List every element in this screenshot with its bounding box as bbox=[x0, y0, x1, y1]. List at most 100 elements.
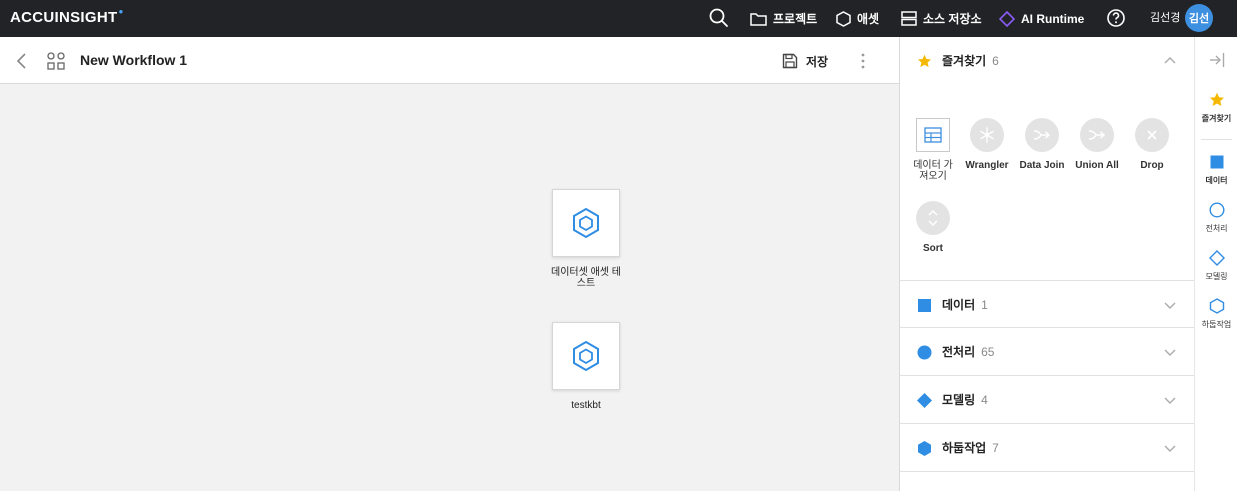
rail-label: 하둡작업 bbox=[1201, 320, 1232, 329]
tool-label: Wrangler bbox=[965, 160, 1009, 171]
section-data-count: 1 bbox=[981, 298, 988, 312]
workflow-title[interactable]: New Workflow 1 bbox=[80, 37, 187, 84]
hexagon-icon bbox=[1209, 298, 1224, 314]
chevron-down-icon[interactable] bbox=[1163, 442, 1177, 454]
rail-label: 데이터 bbox=[1205, 176, 1228, 185]
section-title: 모델링 4 bbox=[942, 376, 988, 424]
favorites-title: 즐겨찾기 bbox=[942, 54, 987, 68]
tool-label: 데이터 가져오기 bbox=[913, 160, 953, 182]
hexagon-icon bbox=[836, 10, 851, 27]
circle-icon bbox=[917, 345, 932, 360]
user-name[interactable]: 김선경 bbox=[1150, 0, 1180, 37]
section-preprocessing[interactable]: 전처리 65 bbox=[900, 328, 1194, 376]
nav-asset-label: 애셋 bbox=[857, 12, 880, 26]
search-icon[interactable] bbox=[708, 7, 730, 29]
section-title: 하둡작업 7 bbox=[942, 424, 999, 472]
chevron-down-icon[interactable] bbox=[1163, 394, 1177, 406]
section-modeling-count: 4 bbox=[981, 393, 988, 407]
rail-item-data[interactable]: 데이터 bbox=[1195, 154, 1237, 186]
merge-icon bbox=[1088, 130, 1106, 140]
tool-label: Drop bbox=[1140, 160, 1164, 171]
app-logo[interactable]: ACCUINSIGHT ● bbox=[10, 7, 124, 26]
section-title: 즐겨찾기 6 bbox=[942, 37, 999, 85]
rail-item-preprocessing[interactable]: 전처리 bbox=[1195, 202, 1237, 234]
workflow-header: New Workflow 1 저장 bbox=[0, 37, 899, 84]
section-data[interactable]: 데이터 1 bbox=[900, 280, 1194, 328]
nav-ai-runtime-label: AI Runtime bbox=[1021, 11, 1085, 26]
favorites-grid: 데이터 가져오기 Wrangler Data Join Union All Dr… bbox=[900, 85, 1194, 280]
tool-icon bbox=[970, 118, 1004, 152]
tool-data-join[interactable]: Data Join bbox=[1014, 118, 1070, 171]
nav-asset[interactable]: 애셋 bbox=[836, 0, 879, 37]
nav-project-label: 프로젝트 bbox=[773, 12, 818, 26]
chevron-down-icon[interactable] bbox=[1163, 346, 1177, 358]
node-label: 데이터셋 애셋 테스트 bbox=[551, 267, 621, 289]
node-box[interactable] bbox=[552, 322, 620, 390]
workflow-canvas[interactable]: 데이터셋 애셋 테스트 testkbt bbox=[0, 85, 899, 491]
tool-icon bbox=[1025, 118, 1059, 152]
tool-icon bbox=[1135, 118, 1169, 152]
close-icon bbox=[1147, 130, 1157, 140]
section-modeling-title: 모델링 bbox=[942, 393, 976, 407]
nav-source-repo[interactable]: 소스 저장소 bbox=[901, 0, 982, 37]
nav-ai-runtime[interactable]: AI Runtime bbox=[999, 0, 1084, 37]
nav-project[interactable]: 프로젝트 bbox=[750, 0, 817, 37]
rail-label: 즐겨찾기 bbox=[1201, 114, 1232, 123]
back-icon[interactable] bbox=[12, 51, 32, 71]
square-icon bbox=[918, 299, 931, 312]
section-title: 데이터 1 bbox=[942, 281, 988, 329]
workflow-node[interactable]: 데이터셋 애셋 테스트 bbox=[531, 189, 641, 289]
rail-item-modeling[interactable]: 모델링 bbox=[1195, 250, 1237, 282]
tool-sort[interactable]: Sort bbox=[905, 201, 961, 254]
tool-data-import[interactable]: 데이터 가져오기 bbox=[905, 118, 961, 182]
snowflake-icon bbox=[980, 127, 994, 143]
logo-text: ACCUINSIGHT bbox=[10, 9, 118, 26]
avatar-text: 김선 bbox=[1188, 13, 1210, 25]
tool-icon bbox=[916, 201, 950, 235]
storage-icon bbox=[901, 11, 917, 26]
more-icon[interactable] bbox=[856, 51, 870, 71]
tool-union-all[interactable]: Union All bbox=[1069, 118, 1125, 171]
collapse-panel-icon[interactable] bbox=[1208, 51, 1226, 69]
merge-icon bbox=[1033, 130, 1051, 140]
avatar[interactable]: 김선 bbox=[1185, 4, 1213, 32]
hexagon-icon bbox=[573, 340, 599, 372]
folder-icon bbox=[750, 12, 767, 26]
chevron-down-icon[interactable] bbox=[1163, 299, 1177, 311]
rail-item-favorites[interactable]: 즐겨찾기 bbox=[1195, 92, 1237, 124]
section-hadoop[interactable]: 하둡작업 7 bbox=[900, 424, 1194, 472]
node-box[interactable] bbox=[552, 189, 620, 257]
section-title: 전처리 65 bbox=[942, 328, 994, 376]
workflow-node[interactable]: testkbt bbox=[531, 322, 641, 411]
square-icon bbox=[1210, 155, 1223, 169]
section-preprocessing-count: 65 bbox=[981, 345, 995, 359]
save-button[interactable]: 저장 bbox=[782, 50, 828, 72]
sort-icon bbox=[928, 209, 938, 227]
chevron-up-icon[interactable] bbox=[1163, 55, 1177, 67]
diamond-icon bbox=[917, 393, 932, 408]
node-label: testkbt bbox=[571, 400, 601, 411]
side-rail: 즐겨찾기 데이터 전처리 모델링 하둡작업 bbox=[1194, 37, 1237, 491]
save-label: 저장 bbox=[806, 54, 829, 69]
section-preprocessing-title: 전처리 bbox=[942, 345, 976, 359]
rail-label: 모델링 bbox=[1205, 272, 1228, 281]
rail-divider bbox=[1201, 139, 1232, 140]
section-data-title: 데이터 bbox=[942, 298, 976, 312]
save-icon bbox=[782, 53, 798, 69]
tool-icon bbox=[916, 118, 950, 152]
tool-drop[interactable]: Drop bbox=[1124, 118, 1180, 171]
section-favorites[interactable]: 즐겨찾기 6 bbox=[900, 37, 1194, 85]
table-icon bbox=[924, 127, 942, 143]
section-modeling[interactable]: 모델링 4 bbox=[900, 376, 1194, 424]
section-hadoop-count: 7 bbox=[992, 441, 999, 455]
tool-label: Sort bbox=[923, 243, 943, 254]
diamond-icon bbox=[1208, 250, 1225, 266]
tool-wrangler[interactable]: Wrangler bbox=[959, 118, 1015, 171]
star-icon bbox=[917, 54, 932, 68]
nav-source-repo-label: 소스 저장소 bbox=[923, 12, 982, 26]
help-icon[interactable] bbox=[1106, 8, 1126, 28]
hexagon-icon bbox=[573, 207, 599, 239]
rail-item-hadoop[interactable]: 하둡작업 bbox=[1195, 298, 1237, 330]
diamond-icon bbox=[999, 10, 1015, 27]
circle-icon bbox=[1208, 202, 1225, 218]
